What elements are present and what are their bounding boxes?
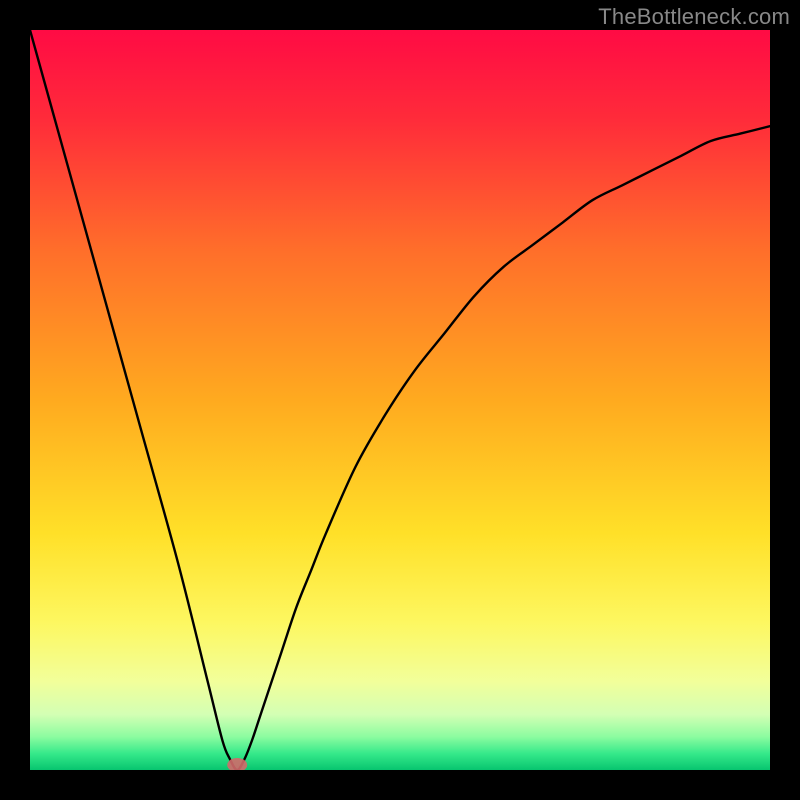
gradient-background	[30, 30, 770, 770]
chart-frame: TheBottleneck.com	[0, 0, 800, 800]
bottleneck-chart	[30, 30, 770, 770]
watermark-text: TheBottleneck.com	[598, 4, 790, 30]
